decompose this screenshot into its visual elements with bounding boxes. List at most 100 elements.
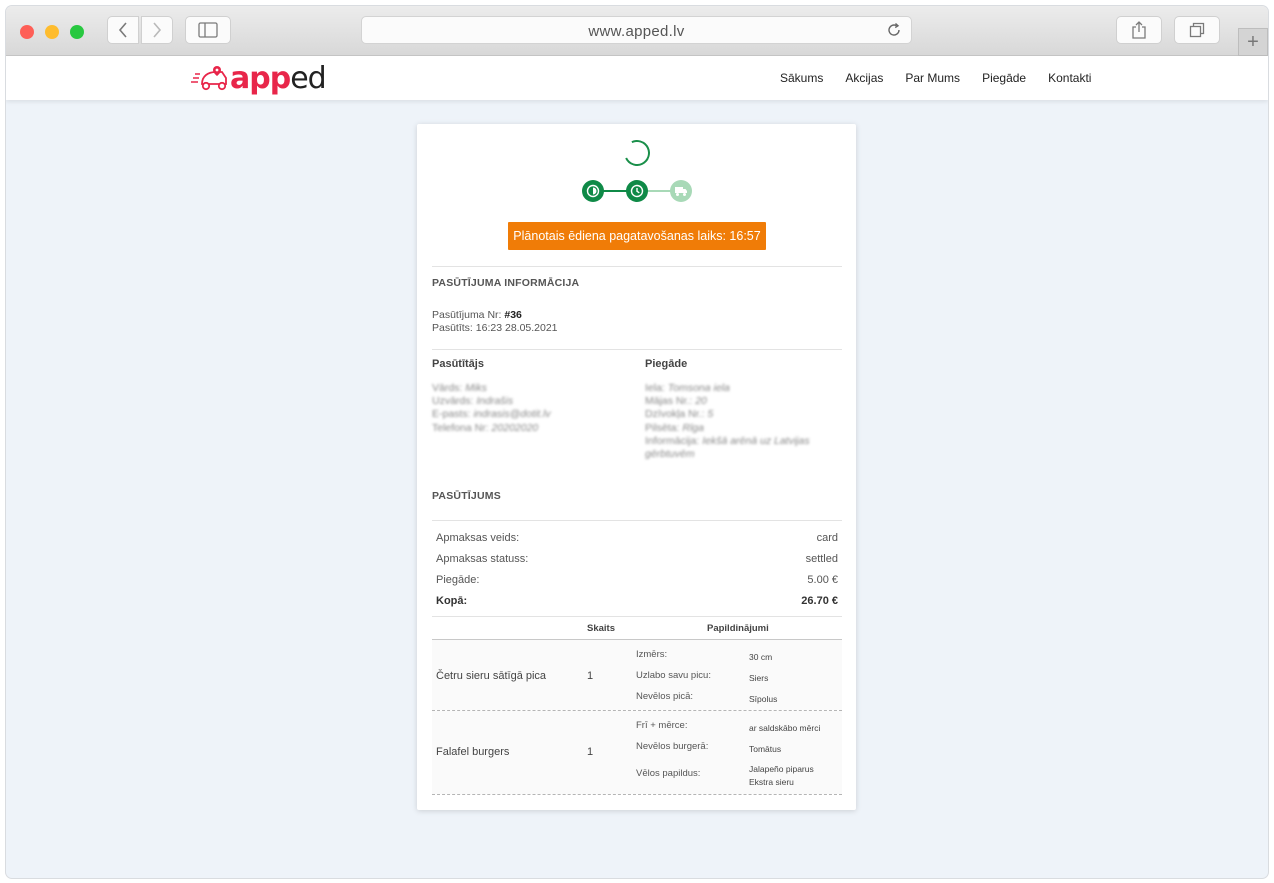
minimize-window-button[interactable]: [45, 25, 59, 39]
plus-icon: +: [1247, 30, 1259, 53]
option-value: Sīpolus: [749, 694, 778, 704]
house-value: 20: [695, 395, 707, 408]
order-placed-label: Pasūtīts:: [432, 322, 473, 334]
city-value: Rīga: [682, 421, 704, 434]
step-preparing: [626, 180, 648, 202]
order-number-label: Pasūtījuma Nr:: [432, 309, 502, 321]
option-label: Nevēlos burgerā:: [636, 741, 709, 752]
tabs-icon: [1189, 22, 1205, 38]
option-label: Izmērs:: [636, 649, 668, 660]
nav-sakums[interactable]: Sākums: [780, 71, 823, 85]
url-text: www.apped.lv: [588, 23, 685, 40]
logo-text-ed: ed: [290, 60, 326, 96]
payment-method-label: Apmaksas veids:: [436, 532, 520, 544]
new-tab-button[interactable]: +: [1238, 28, 1268, 56]
phone-label: Telefona Nr:: [432, 421, 489, 434]
forward-button[interactable]: [141, 16, 173, 44]
delivery-info-cont: gērbtuvēm: [645, 448, 835, 461]
item-name: Četru sieru sātīgā pica: [436, 670, 547, 682]
site-header: apped Sākums Akcijas Par Mums Piegāde Ko…: [6, 56, 1268, 100]
logo-wordmark: apped: [230, 60, 327, 96]
option-value: 30 cm: [749, 652, 773, 662]
delivery-info: Informācija: Iekšā arēnā uz Latvijas: [645, 435, 835, 448]
option-value: ar saldskābo mērci: [749, 723, 821, 733]
flat-value: 5: [707, 408, 714, 421]
order-progress-steps: [582, 180, 692, 202]
delivery-street: Iela: Tomsona iela: [645, 382, 835, 395]
sidebar-toggle-button[interactable]: [185, 16, 231, 44]
customer-name: Vārds: Miks: [432, 382, 551, 395]
option-label: Uzlabo savu picu:: [636, 670, 711, 681]
delivery-city: Pilsēta: Rīga: [645, 422, 835, 435]
payment-status-row: Apmaksas statuss: settled: [436, 553, 838, 565]
step-received: [582, 180, 604, 202]
nav-par-mums[interactable]: Par Mums: [905, 71, 960, 85]
divider: [432, 266, 842, 267]
share-button[interactable]: [1116, 16, 1162, 44]
option-value: Jalapeño piparus Ekstra sieru: [749, 763, 814, 789]
clock-icon: [630, 184, 644, 198]
customer-phone: Telefona Nr: 20202020: [432, 422, 551, 435]
row-separator: [432, 794, 842, 795]
sidebar-icon: [198, 22, 218, 38]
customer-details: Vārds: Miks Uzvārds: Indrašis E-pasts: i…: [432, 382, 551, 435]
customer-title: Pasūtītājs: [432, 358, 484, 370]
info-label: Informācija:: [645, 434, 700, 447]
nav-kontakti[interactable]: Kontakti: [1048, 71, 1091, 85]
surname-value: Indrašis: [476, 395, 514, 408]
divider: [432, 520, 842, 521]
street-value: Tomsona iela: [667, 382, 730, 394]
delivery-flat: Dzīvokļa Nr.: 5: [645, 408, 835, 421]
item-name: Falafel burgers: [436, 746, 510, 758]
chevron-right-icon: [153, 22, 162, 38]
email-value: indrasis@dotit.lv: [473, 408, 551, 421]
zoom-window-button[interactable]: [70, 25, 84, 39]
browser-toolbar: www.apped.lv: [6, 6, 1268, 56]
order-received-icon: [586, 184, 600, 198]
payment-method-value: card: [816, 532, 838, 544]
total-row: Kopā: 26.70 €: [436, 595, 838, 607]
order-info-title: PASŪTĪJUMA INFORMĀCIJA: [432, 277, 580, 289]
step-delivery: [670, 180, 692, 202]
option-label: Nevēlos picā:: [636, 691, 694, 702]
house-label: Mājas Nr.:: [645, 395, 693, 408]
item-qty: 1: [587, 670, 594, 682]
option-value: Tomātus: [749, 744, 782, 754]
logo-text-app: app: [230, 60, 291, 96]
payment-method-row: Apmaksas veids: card: [436, 532, 838, 544]
total-value: 26.70 €: [801, 595, 838, 607]
loading-spinner: [620, 136, 654, 170]
delivery-details: Iela: Tomsona iela Mājas Nr.: 20 Dzīvokļ…: [645, 382, 835, 461]
main-nav: Sākums Akcijas Par Mums Piegāde Kontakti: [780, 71, 1113, 85]
chevron-left-icon: [118, 22, 127, 38]
info-value: Iekšā arēnā uz Latvijas: [702, 434, 810, 447]
email-label: E-pasts:: [432, 408, 471, 421]
back-button[interactable]: [107, 16, 139, 44]
site-logo[interactable]: apped: [190, 60, 327, 96]
order-placed: Pasūtīts: 16:23 28.05.2021: [432, 322, 558, 335]
total-label: Kopā:: [436, 595, 468, 607]
tab-overview-button[interactable]: [1174, 16, 1220, 44]
delivery-fee-label: Piegāde:: [436, 574, 480, 586]
share-icon: [1132, 21, 1146, 39]
nav-akcijas[interactable]: Akcijas: [845, 71, 883, 85]
nav-piegade[interactable]: Piegāde: [982, 71, 1026, 85]
item-qty: 1: [587, 746, 594, 758]
phone-value: 20202020: [491, 421, 539, 434]
reload-icon[interactable]: [886, 22, 902, 38]
browser-window: www.apped.lv + apped Sākums Akcijas Par …: [6, 6, 1268, 878]
col-header-extras: Papildinājumi: [707, 623, 769, 634]
option-value-line: Ekstra sieru: [749, 777, 794, 787]
order-placed-value: 16:23 28.05.2021: [475, 322, 558, 334]
payment-status-value: settled: [805, 553, 838, 565]
delivery-fee-value: 5.00 €: [807, 574, 838, 586]
eta-banner: Plānotais ēdiena pagatavošanas laiks: 16…: [508, 222, 766, 250]
city-label: Pilsēta:: [645, 421, 680, 434]
scooter-logo-icon: [191, 66, 227, 91]
address-bar[interactable]: www.apped.lv: [361, 16, 912, 44]
order-number: Pasūtījuma Nr: #36: [432, 309, 522, 322]
close-window-button[interactable]: [20, 25, 34, 39]
order-number-value: #36: [504, 309, 522, 321]
option-label: Vēlos papildus:: [636, 768, 701, 779]
order-status-card: Plānotais ēdiena pagatavošanas laiks: 16…: [417, 124, 856, 810]
